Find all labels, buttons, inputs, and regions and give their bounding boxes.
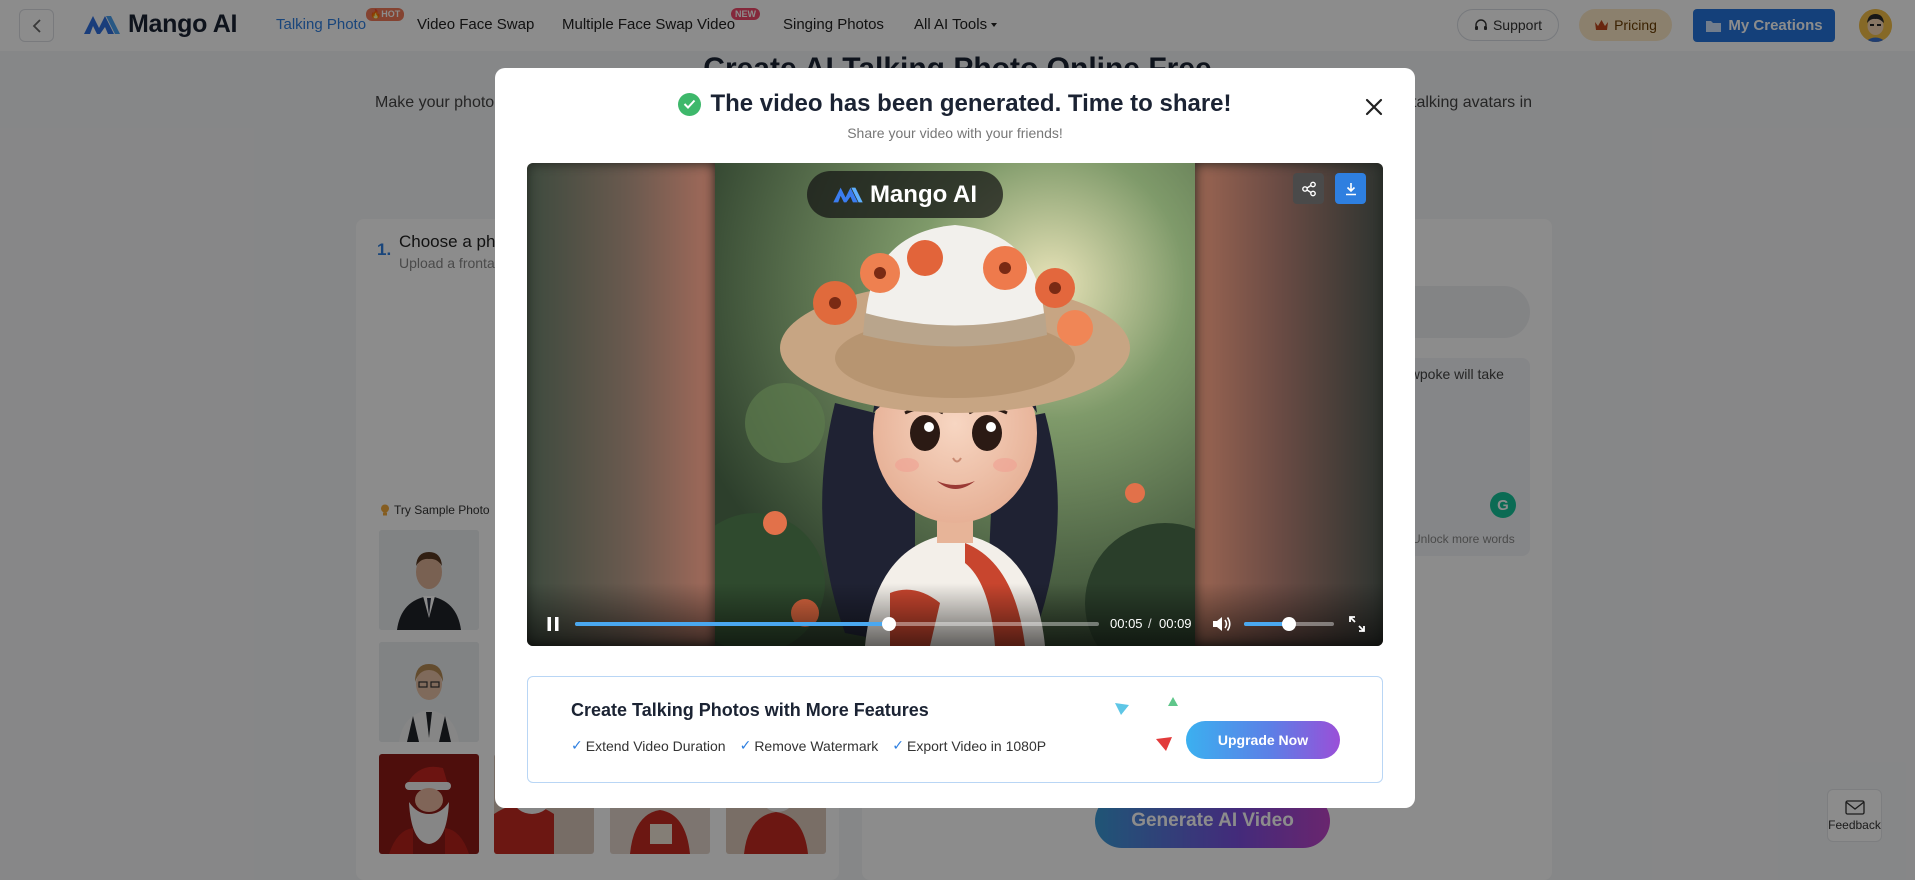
fullscreen-icon bbox=[1349, 616, 1365, 632]
video-progress-handle[interactable] bbox=[882, 617, 897, 631]
video-frame bbox=[715, 163, 1195, 646]
feature-label: Extend Video Duration bbox=[585, 737, 726, 754]
watermark-text: Mango AI bbox=[869, 180, 978, 208]
check-icon: ✓ bbox=[892, 737, 904, 753]
check-circle-icon bbox=[678, 92, 702, 116]
upgrade-now-button[interactable]: Upgrade Now bbox=[1186, 721, 1340, 759]
mango-ai-watermark: Mango AI bbox=[807, 171, 1003, 218]
video-blur-right bbox=[1195, 163, 1383, 646]
volume-handle[interactable] bbox=[1282, 617, 1296, 631]
share-icon bbox=[1301, 181, 1316, 196]
promo-title: Create Talking Photos with More Features bbox=[571, 700, 929, 720]
confetti-triangle-icon bbox=[1115, 703, 1129, 715]
feature-item: ✓ Remove Watermark bbox=[740, 737, 879, 754]
confetti-triangle-icon bbox=[1156, 737, 1172, 751]
promo-features: ✓ Extend Video Duration ✓ Remove Watermark… bbox=[571, 737, 1046, 754]
talking-girl-image bbox=[715, 163, 1195, 646]
check-icon: ✓ bbox=[571, 737, 583, 753]
feature-item: ✓ Export Video in 1080P bbox=[892, 737, 1046, 754]
download-button[interactable] bbox=[1335, 173, 1366, 204]
download-icon bbox=[1345, 182, 1356, 195]
fullscreen-button[interactable] bbox=[1347, 614, 1367, 634]
upgrade-promo-card: Create Talking Photos with More Features… bbox=[527, 676, 1383, 783]
video-controls: 00:05 / 00:09 bbox=[527, 583, 1383, 646]
volume-button[interactable] bbox=[1212, 615, 1232, 633]
current-time: 00:05 bbox=[1110, 616, 1143, 631]
mango-logo-icon bbox=[833, 187, 863, 202]
feature-label: Remove Watermark bbox=[754, 737, 879, 754]
video-generated-modal: The video has been generated. Time to sh… bbox=[495, 68, 1415, 808]
video-progress-bar[interactable] bbox=[575, 617, 1099, 631]
video-progress-fill bbox=[575, 622, 890, 626]
time-separator: / bbox=[1148, 616, 1152, 631]
pause-button[interactable] bbox=[545, 616, 561, 632]
feature-item: ✓ Extend Video Duration bbox=[571, 737, 726, 754]
confetti-triangle-icon bbox=[1168, 697, 1178, 706]
modal-title-text: The video has been generated. Time to sh… bbox=[710, 90, 1232, 117]
duration: 00:09 bbox=[1159, 616, 1192, 631]
video-player[interactable]: Mango AI 00:05 / 00:09 bbox=[527, 163, 1383, 646]
modal-title: The video has been generated. Time to sh… bbox=[495, 90, 1415, 118]
close-button[interactable] bbox=[1362, 95, 1386, 119]
check-icon: ✓ bbox=[739, 737, 752, 753]
volume-slider[interactable] bbox=[1244, 617, 1334, 631]
close-icon bbox=[1365, 98, 1383, 116]
volume-icon bbox=[1213, 617, 1231, 631]
video-blur-left bbox=[527, 163, 715, 646]
pause-icon bbox=[547, 617, 559, 631]
modal-subtitle: Share your video with your friends! bbox=[847, 125, 1063, 141]
feature-label: Export Video in 1080P bbox=[907, 737, 1047, 754]
share-button[interactable] bbox=[1293, 173, 1324, 204]
